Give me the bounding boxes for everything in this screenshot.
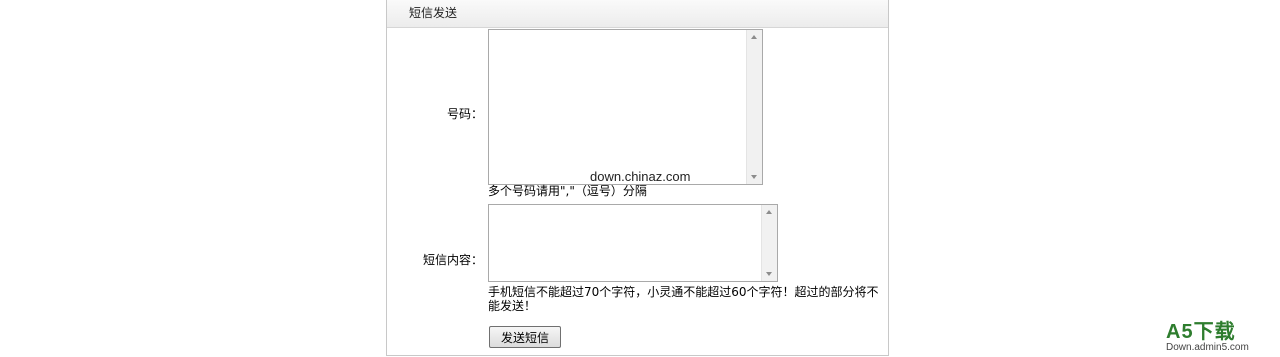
panel-title: 短信发送: [387, 0, 888, 28]
numbers-label: 号码：: [446, 107, 483, 121]
watermark-text: down.chinaz.com: [590, 169, 691, 184]
numbers-textarea[interactable]: [488, 29, 763, 185]
scroll-down-arrow-icon[interactable]: [766, 272, 772, 276]
content-scrollbar[interactable]: [761, 205, 777, 281]
numbers-hint: 多个号码请用","（逗号）分隔: [488, 184, 647, 198]
numbers-scrollbar[interactable]: [746, 30, 762, 184]
content-hint: 手机短信不能超过70个字符，小灵通不能超过60个字符！超过的部分将不能发送！: [488, 285, 879, 313]
content-textarea[interactable]: [488, 204, 778, 282]
logo-sub-text: Down.admin5.com: [1166, 342, 1249, 353]
scroll-up-arrow-icon[interactable]: [751, 35, 757, 39]
content-label: 短信内容：: [422, 253, 483, 267]
scroll-up-arrow-icon[interactable]: [766, 210, 772, 214]
logo-main-text: A5下载: [1166, 321, 1236, 343]
send-sms-button[interactable]: 发送短信: [489, 326, 561, 348]
a5-download-logo: A5下载 Down.admin5.com: [1166, 321, 1249, 356]
scroll-down-arrow-icon[interactable]: [751, 175, 757, 179]
